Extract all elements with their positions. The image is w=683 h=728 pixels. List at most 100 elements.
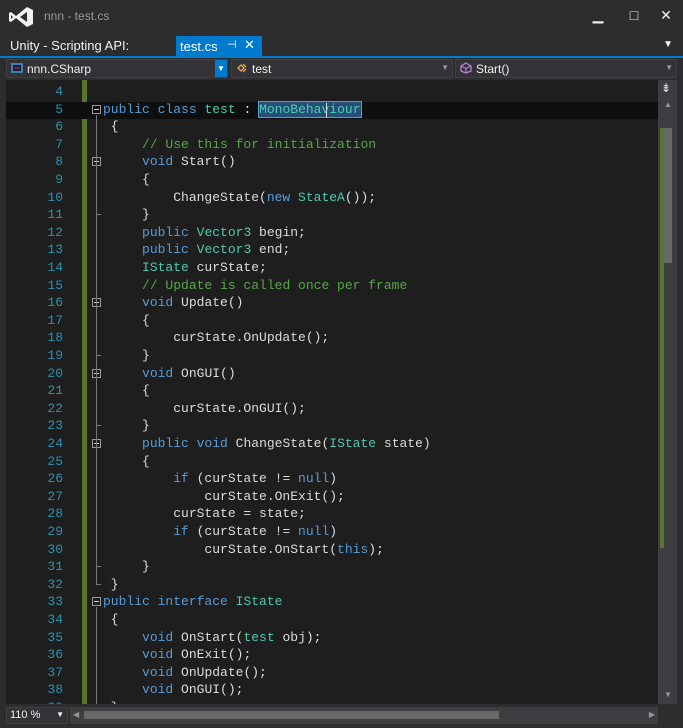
tab-label: test.cs [180, 39, 218, 54]
line-number: 31 [47, 559, 63, 575]
zoom-dropdown[interactable]: 110 % ▼ [6, 707, 68, 724]
horizontal-scrollbar[interactable]: ◀ ▶ [70, 707, 658, 724]
code-line[interactable]: 36 void OnExit(); [6, 647, 658, 665]
code-line[interactable]: 5 public class test : MonoBehaviour [6, 100, 658, 120]
code-line[interactable]: 17 { [6, 313, 658, 331]
chevron-down-icon: ▼ [665, 63, 673, 72]
member-name: Start() [476, 62, 510, 76]
line-number: 21 [47, 383, 63, 399]
line-number: 23 [47, 418, 63, 434]
line-number: 20 [47, 365, 63, 381]
code-text: if (curState != null) [173, 524, 338, 539]
code-line[interactable]: 15 // Update is called once per frame [6, 278, 658, 296]
split-window-icon[interactable]: ⇟ [661, 81, 671, 95]
collapse-outline-icon[interactable] [92, 104, 101, 114]
code-line[interactable]: 7 // Use this for initialization [6, 137, 658, 155]
vertical-scroll-thumb[interactable] [664, 128, 672, 263]
line-number: 11 [47, 207, 63, 223]
code-line[interactable]: 38 void OnGUI(); [6, 682, 658, 700]
code-line[interactable]: 31 } [6, 559, 658, 577]
code-line[interactable]: 32 } [6, 577, 658, 595]
code-text: } [103, 207, 150, 223]
code-line[interactable]: 25 { [6, 454, 658, 472]
line-number: 32 [47, 576, 63, 592]
line-number: 33 [47, 594, 63, 610]
code-text: curState = state; [103, 506, 306, 522]
code-line[interactable]: 24 public void ChangeState(IState state) [6, 436, 658, 454]
line-number: 16 [47, 295, 63, 311]
line-number: 27 [47, 488, 63, 504]
window-title: nnn - test.cs [44, 9, 110, 23]
close-tab-icon[interactable]: ✕ [244, 37, 255, 53]
line-number: 6 [55, 119, 63, 135]
code-line[interactable]: 30 curState.OnStart(this); [6, 542, 658, 560]
title-bar: nnn - test.cs ▁ □ ✕ [0, 0, 683, 34]
code-line[interactable]: 18 curState.OnUpdate(); [6, 330, 658, 348]
text-caret [326, 102, 327, 118]
scroll-down-icon[interactable]: ▼ [664, 690, 672, 699]
code-line[interactable]: 6 { [6, 119, 658, 137]
code-line[interactable]: 26 if (curState != null) [6, 471, 658, 489]
code-text: curState.OnExit(); [103, 488, 345, 504]
code-line[interactable]: 37 void OnUpdate(); [6, 665, 658, 683]
project-dropdown[interactable]: nnn.CSharp ▼ [6, 59, 228, 78]
code-line[interactable]: 23 } [6, 418, 658, 436]
code-line[interactable]: 19 } [6, 348, 658, 366]
code-line[interactable]: 34 { [6, 612, 658, 630]
line-number: 17 [47, 312, 63, 328]
code-line[interactable]: 10 ChangeState(new StateA()); [6, 190, 658, 208]
code-text: public class test : MonoBehaviour [103, 100, 362, 118]
code-line[interactable]: 27 curState.OnExit(); [6, 489, 658, 507]
code-line[interactable]: 29 if (curState != null) [6, 524, 658, 542]
line-number: 15 [47, 277, 63, 293]
code-line[interactable]: 28 curState = state; [6, 506, 658, 524]
line-number: 35 [47, 629, 63, 645]
line-number: 4 [55, 84, 63, 99]
code-line[interactable]: 4 [6, 84, 658, 102]
document-tab-row: Unity - Scripting API: test.cs ⊣ ✕ [0, 34, 683, 58]
scroll-right-icon[interactable]: ▶ [649, 710, 655, 719]
scroll-left-icon[interactable]: ◀ [73, 710, 79, 719]
type-dropdown[interactable]: test ▼ [231, 59, 453, 78]
code-text: { [103, 119, 119, 135]
line-number: 36 [47, 647, 63, 663]
code-line[interactable]: 8 void Start() [6, 154, 658, 172]
code-text: curState.OnGUI(); [103, 400, 306, 416]
visual-studio-logo-icon [9, 7, 33, 27]
outline-guide [96, 114, 97, 584]
code-line[interactable]: 20 void OnGUI() [6, 366, 658, 384]
close-window-button[interactable]: ✕ [652, 4, 680, 26]
code-line[interactable]: 22 curState.OnGUI(); [6, 401, 658, 419]
tab-test-cs[interactable]: test.cs ⊣ ✕ [176, 36, 262, 56]
code-line[interactable]: 9 { [6, 172, 658, 190]
code-editor[interactable]: 4 5 public class test : MonoBehaviour 6 {7 … [6, 80, 658, 704]
horizontal-scroll-thumb[interactable] [84, 711, 499, 719]
code-line[interactable]: 33 public interface IState [6, 594, 658, 612]
line-number: 13 [47, 242, 63, 258]
navigation-bar: nnn.CSharp ▼ test ▼ Start() ▼ [0, 58, 683, 80]
highlighted-identifier: MonoBehaviour [258, 100, 362, 118]
tab-unity-scripting-api[interactable]: Unity - Scripting API: [10, 38, 129, 53]
code-line[interactable]: 16 void Update() [6, 295, 658, 313]
code-text: void Start() [142, 154, 236, 170]
collapse-outline-icon[interactable] [92, 597, 101, 607]
code-line[interactable]: 21 { [6, 383, 658, 401]
code-line[interactable]: 11 } [6, 207, 658, 225]
line-number: 29 [47, 524, 63, 539]
scroll-up-icon[interactable]: ▲ [664, 100, 672, 109]
code-text: { [103, 612, 119, 627]
type-name: test [252, 62, 272, 76]
line-number: 37 [47, 664, 63, 680]
code-line[interactable]: 14 IState curState; [6, 260, 658, 278]
line-number: 18 [47, 330, 63, 346]
code-line[interactable]: 12 public Vector3 begin; [6, 225, 658, 243]
chevron-down-icon: ▼ [441, 63, 449, 72]
tab-list-dropdown-icon[interactable]: ▼ [663, 39, 673, 50]
line-number: 22 [47, 400, 63, 416]
member-dropdown[interactable]: Start() ▼ [455, 59, 677, 78]
code-line[interactable]: 13 public Vector3 end; [6, 242, 658, 260]
code-line[interactable]: 35 void OnStart(test obj); [6, 630, 658, 648]
maximize-button[interactable]: □ [620, 4, 648, 26]
pin-icon[interactable]: ⊣ [227, 38, 237, 51]
minimize-button[interactable]: ▁ [584, 4, 612, 26]
